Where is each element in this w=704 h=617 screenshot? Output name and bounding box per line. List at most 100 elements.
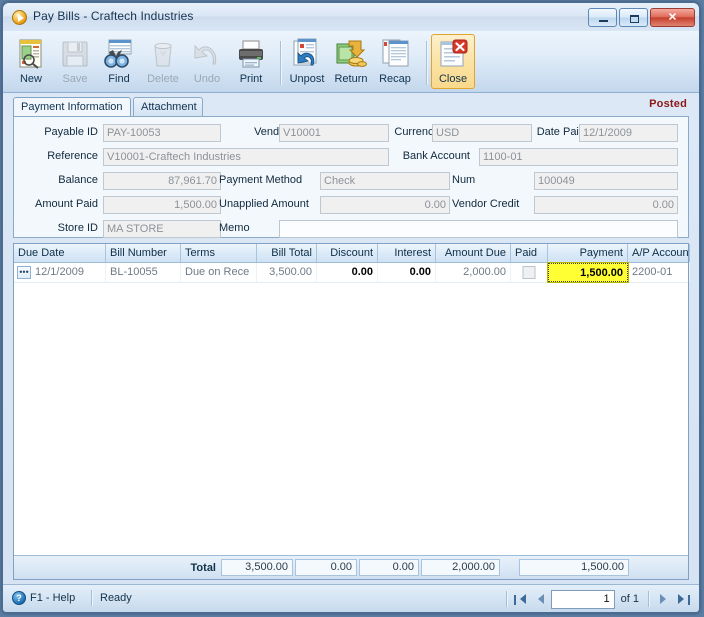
date-paid-field[interactable]: 12/1/2009	[579, 124, 678, 142]
amount-paid-field[interactable]: 1,500.00	[103, 196, 221, 214]
content-area: Posted Payment Information Attachment Pa…	[3, 93, 699, 584]
table-row[interactable]: ••• 12/1/2009 BL-10055 Due on Rece 3,500…	[14, 262, 690, 283]
toolbar-label-new: New	[19, 73, 42, 85]
label-amount-paid: Amount Paid	[35, 198, 98, 210]
label-payment-method: Payment Method	[219, 174, 303, 186]
previous-page-icon[interactable]	[531, 590, 551, 609]
toolbar-button-return[interactable]: Return	[329, 34, 373, 89]
toolbar-button-close[interactable]: Close	[431, 34, 475, 89]
maximize-button[interactable]	[619, 8, 648, 27]
grid-cell-bill-total[interactable]: 3,500.00	[257, 263, 317, 282]
grid-header-amount-due[interactable]: Amount Due	[436, 244, 511, 262]
binoculars-icon	[103, 38, 135, 70]
toolbar-label-find: Find	[108, 73, 130, 85]
grid-cell-bill-number[interactable]: BL-10055	[106, 263, 181, 282]
toolbar-button-unpost[interactable]: Unpost	[285, 34, 329, 89]
last-page-icon[interactable]	[673, 590, 693, 609]
minimize-icon	[599, 20, 608, 22]
status-badge-posted: Posted	[649, 98, 687, 110]
total-amount-due: 2,000.00	[421, 559, 500, 576]
currency-field[interactable]: USD	[432, 124, 532, 142]
toolbar-button-save[interactable]: Save	[53, 34, 97, 89]
label-store-id: Store ID	[57, 222, 98, 234]
new-document-icon	[15, 38, 47, 70]
close-icon: ✕	[667, 11, 678, 23]
first-page-icon[interactable]	[511, 590, 531, 609]
toolbar-group-close: Close	[431, 34, 475, 89]
grid-header-interest[interactable]: Interest	[378, 244, 436, 262]
vendor-credit-field[interactable]: 0.00	[534, 196, 678, 214]
payment-method-field[interactable]: Check	[320, 172, 450, 190]
minimize-button[interactable]	[588, 8, 617, 27]
label-bank-account: Bank Account	[402, 150, 470, 162]
floppy-disk-icon	[59, 38, 91, 70]
help-circle-icon[interactable]: ?	[12, 591, 26, 605]
grid-header-paid[interactable]: Paid	[511, 244, 548, 262]
vendor-id-field[interactable]: V10001	[279, 124, 389, 142]
page-number-input[interactable]: 1	[550, 589, 615, 609]
total-bill-total: 3,500.00	[221, 559, 293, 576]
total-label: Total	[190, 562, 216, 574]
play-circle-icon	[12, 10, 27, 25]
status-help-label[interactable]: F1 - Help	[30, 592, 75, 604]
grid-header-due-date[interactable]: Due Date	[14, 244, 106, 262]
undo-arrow-icon	[191, 38, 223, 70]
toolbar-label-unpost: Unpost	[289, 73, 325, 85]
grid-cell-amount-due[interactable]: 2,000.00	[436, 263, 511, 282]
num-field[interactable]: 100049	[534, 172, 678, 190]
page-count-label: of 1	[620, 593, 639, 605]
grid-header-ap-account[interactable]: A/P Account	[628, 244, 690, 262]
grid-header-row: Due Date Bill Number Terms Bill Total Di…	[14, 244, 690, 263]
reference-field[interactable]: V10001-Craftech Industries	[103, 148, 389, 166]
status-text: Ready	[100, 592, 132, 604]
grid-cell-discount[interactable]: 0.00	[317, 263, 378, 282]
label-date-paid: Date Paid	[536, 126, 585, 138]
tab-payment-information-label: Payment Information	[21, 101, 123, 113]
grid-cell-terms[interactable]: Due on Rece	[181, 263, 257, 282]
toolbar-button-find[interactable]: Find	[97, 34, 141, 89]
memo-field[interactable]	[279, 220, 678, 238]
ellipsis-button-icon[interactable]: •••	[17, 266, 31, 279]
next-page-icon[interactable]	[653, 590, 673, 609]
toolbar-button-print[interactable]: Print	[229, 34, 273, 89]
trash-can-icon	[147, 38, 179, 70]
toolbar-button-new[interactable]: New	[9, 34, 53, 89]
record-navigator: 1 of 1	[503, 589, 693, 609]
bank-account-field[interactable]: 1100-01	[479, 148, 678, 166]
toolbar-label-save: Save	[62, 73, 88, 85]
unpost-arrow-icon	[291, 38, 323, 70]
total-discount: 0.00	[295, 559, 357, 576]
grid-cell-due-date-text: 12/1/2009	[35, 266, 84, 278]
money-return-icon	[335, 38, 367, 70]
grid-header-terms[interactable]: Terms	[181, 244, 257, 262]
status-divider-1	[91, 590, 93, 606]
paid-checkbox[interactable]	[522, 266, 536, 279]
grid-header-bill-number[interactable]: Bill Number	[106, 244, 181, 262]
grid-cell-ap-account[interactable]: 2200-01	[628, 263, 690, 282]
balance-field[interactable]: 87,961.70	[103, 172, 221, 190]
unapplied-amount-field[interactable]: 0.00	[320, 196, 450, 214]
maximize-icon	[630, 15, 639, 23]
grid-cell-interest[interactable]: 0.00	[378, 263, 436, 282]
grid-header-bill-total[interactable]: Bill Total	[257, 244, 317, 262]
title-bar: Pay Bills - Craftech Industries ✕	[3, 3, 699, 31]
tab-payment-information[interactable]: Payment Information	[13, 97, 131, 116]
store-id-field[interactable]: MA STORE	[103, 220, 221, 238]
grid-total-row: Total 3,500.00 0.00 0.00 2,000.00 1,500.…	[14, 555, 688, 579]
toolbar-button-recap[interactable]: Recap	[373, 34, 417, 89]
tab-attachment[interactable]: Attachment	[133, 97, 203, 116]
toolbar-button-undo[interactable]: Undo	[185, 34, 229, 89]
grid-cell-due-date[interactable]: ••• 12/1/2009	[14, 263, 106, 282]
grid-header-payment[interactable]: Payment	[548, 244, 628, 262]
window-title: Pay Bills - Craftech Industries	[33, 9, 194, 23]
grid-cell-payment-selected[interactable]: 1,500.00	[547, 262, 629, 283]
grid-header-discount[interactable]: Discount	[317, 244, 378, 262]
toolbar-separator-1	[280, 41, 282, 85]
payable-id-field[interactable]: PAY-10053	[103, 124, 221, 142]
label-reference: Reference	[47, 150, 98, 162]
toolbar: New Save Find Delete Undo Print Unpost R…	[3, 31, 699, 93]
close-button[interactable]: ✕	[650, 8, 695, 27]
grid-cell-paid[interactable]	[511, 263, 548, 282]
toolbar-label-close: Close	[438, 73, 468, 85]
toolbar-button-delete[interactable]: Delete	[141, 34, 185, 89]
